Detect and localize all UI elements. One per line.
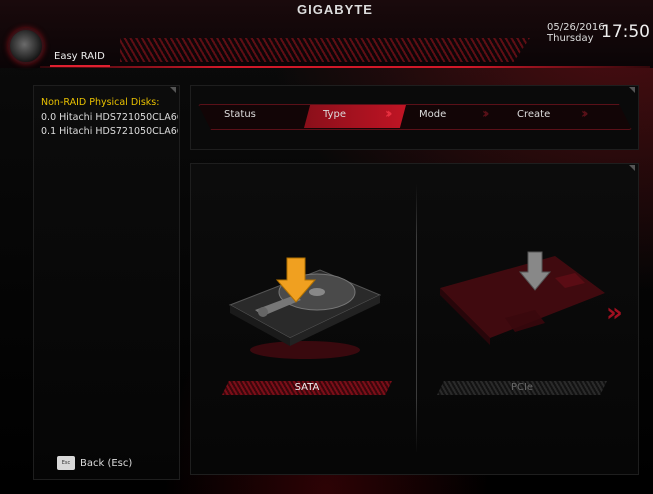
step-status: Status bbox=[224, 109, 256, 120]
header-divider bbox=[40, 66, 650, 68]
steps-track bbox=[198, 104, 632, 130]
disk-item[interactable]: 0.1 Hitachi HDS721050CLA66 bbox=[41, 126, 178, 137]
step-type: Type bbox=[323, 109, 346, 120]
date-display: 05/26/2016 Thursday bbox=[547, 22, 605, 44]
page-title[interactable]: Easy RAID bbox=[54, 51, 105, 62]
header-decoration bbox=[120, 38, 530, 62]
active-step-highlight bbox=[304, 105, 406, 128]
date-text: 05/26/2016 bbox=[547, 22, 605, 33]
step-create: Create bbox=[517, 109, 551, 120]
chevron-right-icon: ›› bbox=[482, 106, 489, 122]
sata-hard-drive-icon[interactable] bbox=[225, 250, 390, 365]
step-mode: Mode bbox=[419, 109, 447, 120]
day-text: Thursday bbox=[547, 33, 594, 44]
chevron-right-icon: ›› bbox=[581, 106, 588, 122]
chevron-right-icon: ›› bbox=[385, 106, 392, 122]
pcie-card-icon[interactable] bbox=[435, 248, 610, 363]
panel-corner-icon bbox=[629, 87, 635, 93]
gigabyte-emblem-icon bbox=[8, 28, 44, 64]
back-button[interactable]: Back (Esc) bbox=[80, 458, 132, 469]
title-underline bbox=[50, 65, 110, 67]
disk-list-title: Non-RAID Physical Disks: bbox=[41, 97, 160, 108]
next-arrow-icon[interactable]: » bbox=[606, 298, 623, 328]
disk-item[interactable]: 0.0 Hitachi HDS721050CLA66 bbox=[41, 112, 178, 123]
disk-list-panel bbox=[33, 85, 180, 480]
esc-key-icon[interactable]: Esc bbox=[57, 456, 75, 470]
sata-label[interactable]: SATA bbox=[222, 382, 392, 393]
device-divider bbox=[416, 183, 417, 453]
brand-logo: GIGABYTE bbox=[297, 2, 373, 17]
pcie-label[interactable]: PCIe bbox=[437, 382, 607, 393]
panel-corner-icon bbox=[170, 87, 176, 93]
panel-corner-icon bbox=[629, 165, 635, 171]
time-display: 17:50 bbox=[601, 22, 650, 42]
